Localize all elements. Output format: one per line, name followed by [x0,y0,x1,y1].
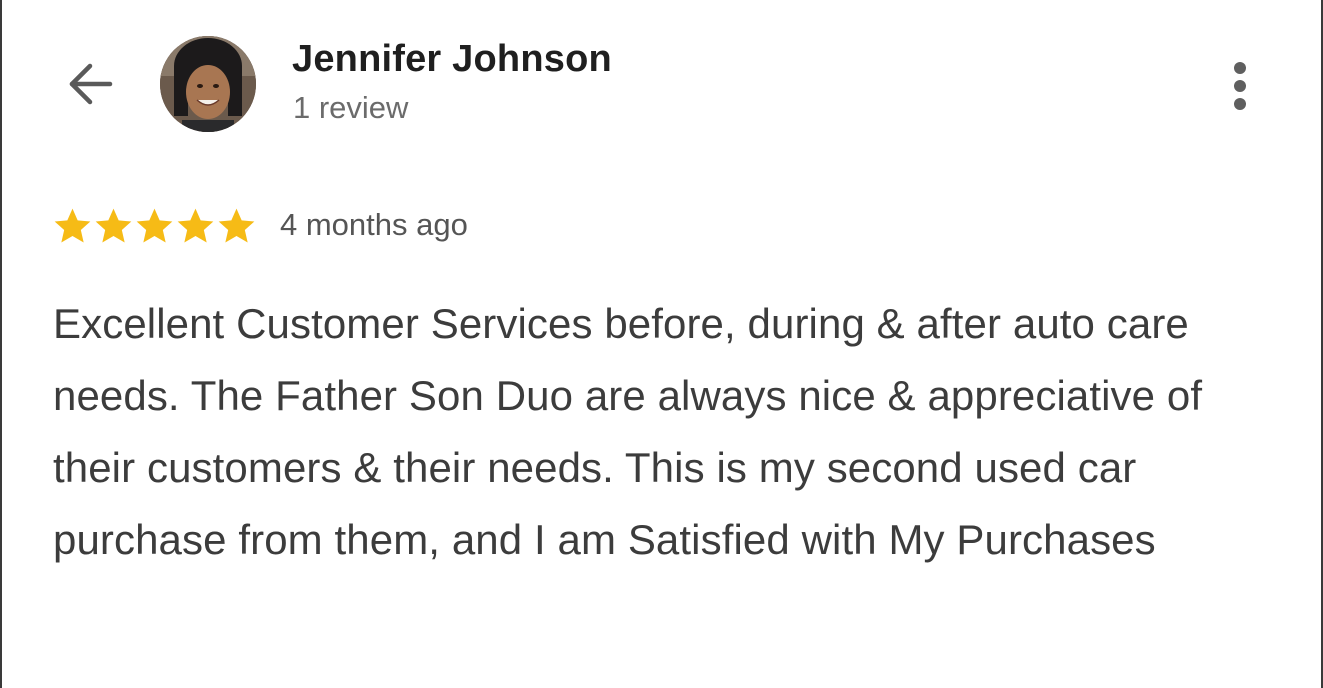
stars [52,206,257,246]
review-time: 4 months ago [280,207,468,242]
star-icon [177,208,214,243]
review-count: 1 review [293,90,409,125]
review-text: Excellent Customer Services before, duri… [53,300,1203,563]
star-rating [52,204,257,248]
avatar-image [160,36,256,132]
arrow-left-icon [69,63,113,105]
avatar[interactable] [160,36,256,132]
star-icon [54,208,91,243]
star-icon [136,208,173,243]
more-options-button[interactable] [1216,54,1264,118]
more-vertical-icon-dot [1234,80,1246,92]
back-button[interactable] [54,52,122,116]
star-icon [95,208,132,243]
more-vertical-icon [1234,62,1246,74]
review-card: Jennifer Johnson 1 review 4 months ago E… [0,0,1323,688]
reviewer-name[interactable]: Jennifer Johnson [292,38,612,81]
star-icon [218,208,255,243]
more-vertical-icon-dot [1234,98,1246,110]
